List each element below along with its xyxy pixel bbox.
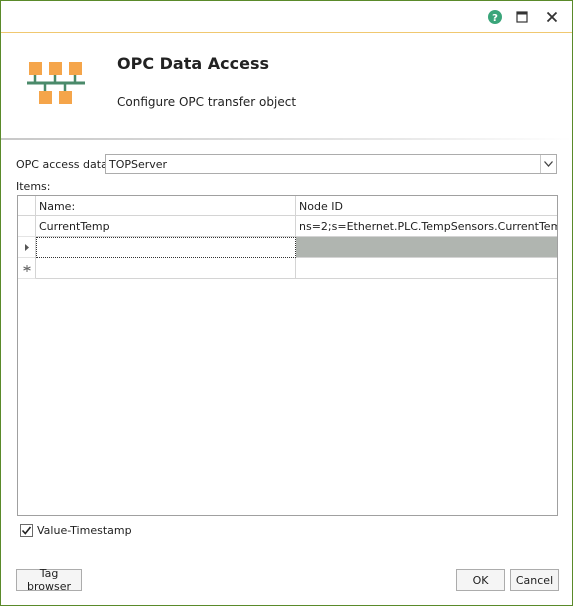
table-row-name-cell[interactable]: CurrentTemp: [36, 216, 296, 237]
maximize-icon[interactable]: [513, 8, 531, 26]
value-timestamp-label[interactable]: Value-Timestamp: [37, 524, 132, 537]
table-row-name-cell[interactable]: [36, 237, 296, 258]
ok-button[interactable]: OK: [456, 569, 505, 591]
table-row-node-id-cell[interactable]: ns=2;s=Ethernet.PLC.TempSensors.CurrentT…: [296, 216, 557, 237]
dialog-title: OPC Data Access: [117, 54, 269, 73]
items-label: Items:: [16, 180, 51, 193]
value-timestamp-checkbox[interactable]: [20, 524, 33, 537]
checkmark-icon: [21, 526, 32, 535]
tag-browser-button[interactable]: Tag browser: [16, 567, 82, 593]
svg-text:?: ?: [492, 13, 498, 24]
new-row-asterisk-icon: [23, 265, 31, 272]
access-data-label: OPC access data:: [16, 158, 112, 171]
new-row-indicator[interactable]: [18, 258, 36, 279]
dialog-header: OPC Data Access Configure OPC transfer o…: [1, 33, 572, 139]
title-bar: ?: [1, 1, 572, 33]
table-row-node-id-cell-selected[interactable]: [296, 237, 557, 258]
access-data-combobox[interactable]: TOPServer: [105, 154, 557, 174]
opc-network-icon: [27, 61, 85, 114]
close-icon[interactable]: [543, 8, 561, 26]
new-row-name-cell[interactable]: [36, 258, 296, 279]
access-data-value: TOPServer: [109, 158, 168, 171]
current-row-arrow-icon: [25, 244, 29, 251]
column-header-name[interactable]: Name:: [36, 196, 296, 216]
opc-dialog-window: ? OPC Data Access Configure OPC transfer…: [0, 0, 573, 606]
cancel-button[interactable]: Cancel: [510, 569, 559, 591]
header-separator: [1, 138, 572, 140]
items-grid[interactable]: Name: Node ID CurrentTemp ns=2;s=Etherne…: [17, 195, 558, 516]
current-row-indicator[interactable]: [18, 237, 36, 258]
chevron-down-icon[interactable]: [540, 155, 556, 173]
new-row-node-id-cell[interactable]: [296, 258, 557, 279]
row-indicator[interactable]: [18, 216, 36, 237]
column-header-node-id[interactable]: Node ID: [296, 196, 557, 216]
dialog-subtitle: Configure OPC transfer object: [117, 95, 297, 109]
help-icon[interactable]: ?: [486, 8, 504, 26]
grid-corner: [18, 196, 36, 216]
